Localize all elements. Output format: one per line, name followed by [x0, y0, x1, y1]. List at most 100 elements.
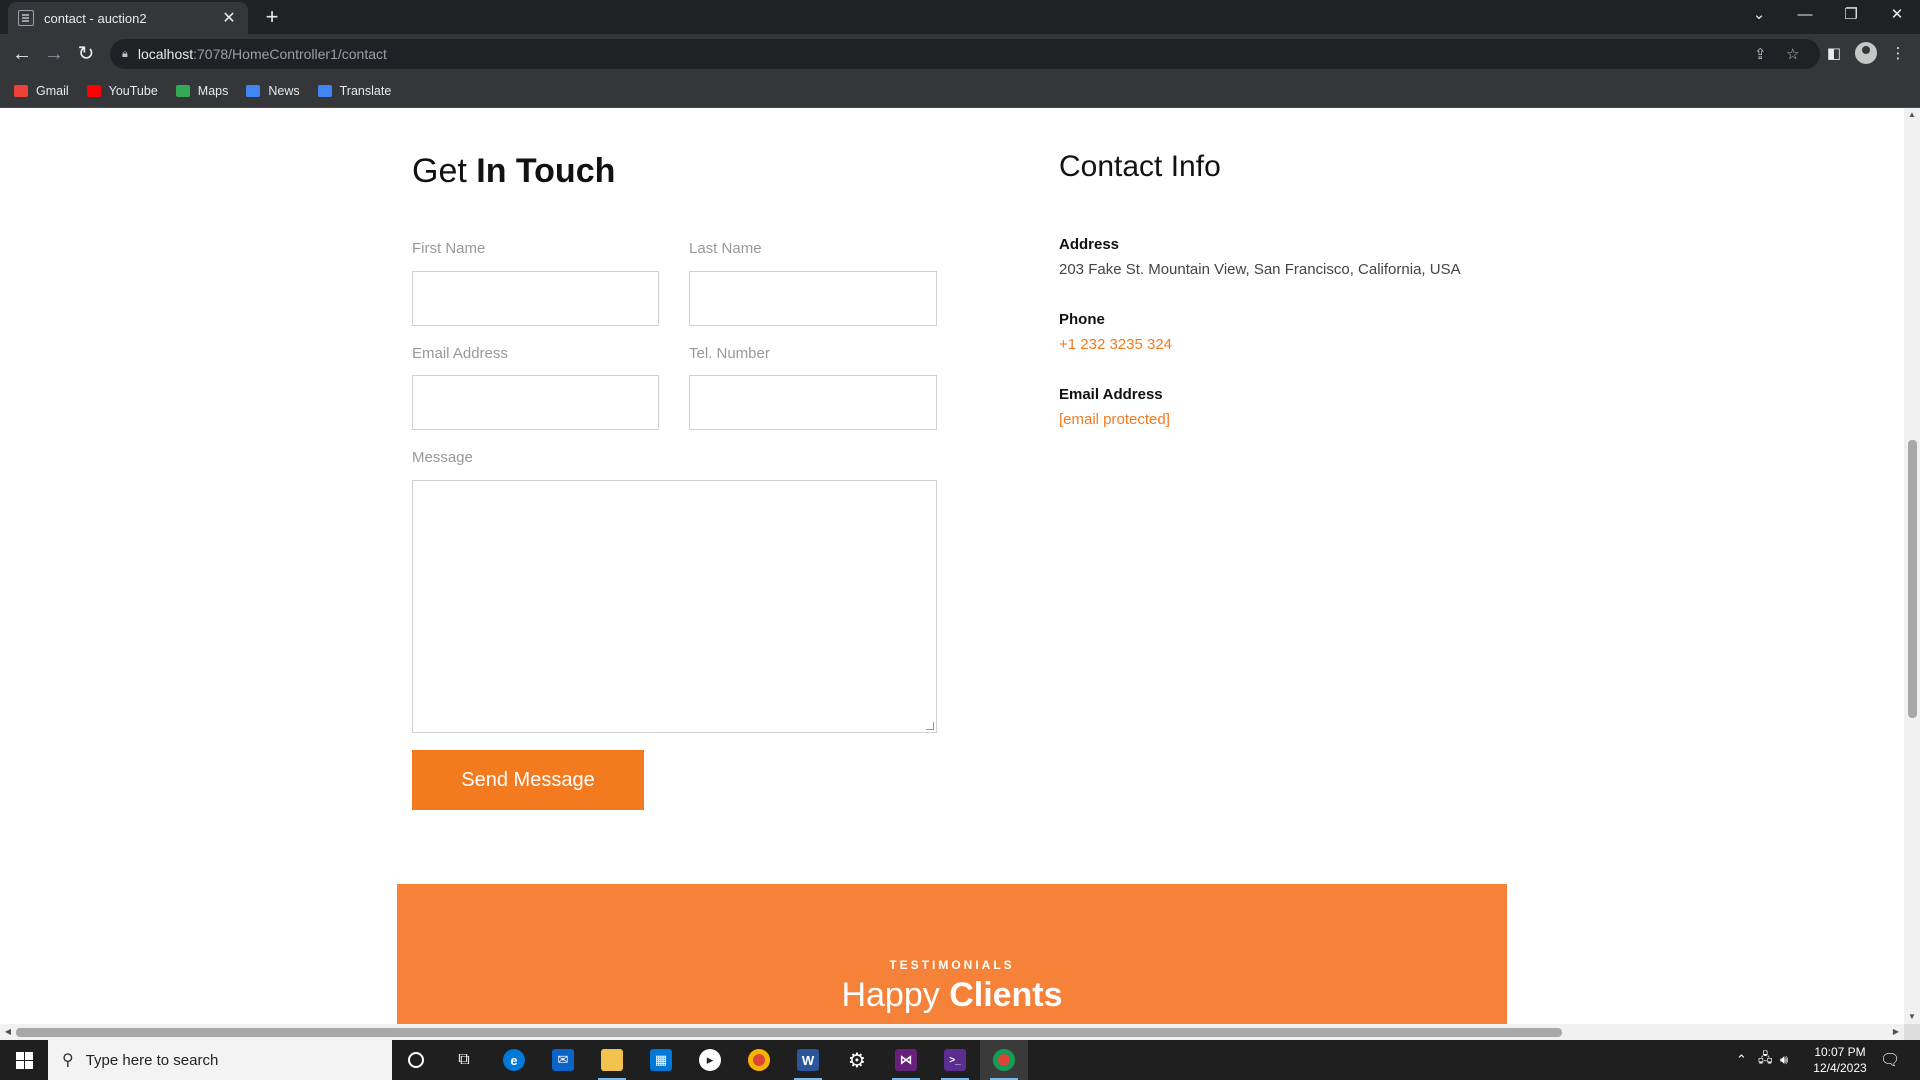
address-label: Address — [1059, 236, 1120, 253]
tray-chevron-icon[interactable]: ⌃ — [1736, 1040, 1747, 1080]
testimonials-section: TESTIMONIALS Happy Clients — [397, 884, 1507, 1024]
address-bar[interactable]: 🔒︎ localhost :7078/HomeController1/conta… — [110, 39, 1820, 69]
tab-strip: contact - auction2 ✕ + ⌄ — ❐ ✕ — [0, 0, 1920, 34]
search-placeholder: Type here to search — [85, 1051, 219, 1069]
email-field[interactable] — [412, 375, 659, 430]
email-address-label: Email Address — [1059, 386, 1163, 403]
gmail-icon — [14, 84, 28, 97]
network-icon[interactable]: 🖧︎ — [1758, 1040, 1773, 1080]
scroll-left-icon[interactable]: ◀ — [0, 1024, 16, 1040]
bookmarks-bar: Gmail YouTube Maps News Translate — [0, 74, 1920, 108]
lock-icon[interactable]: 🔒︎ — [122, 48, 128, 61]
search-icon: ⚲ — [62, 1052, 74, 1069]
bookmark-label: Maps — [197, 83, 229, 98]
page-viewport: Get In Touch First Name Last Name Email … — [0, 108, 1904, 1024]
settings-icon[interactable]: ⚙ — [833, 1040, 881, 1080]
heading-bold: Clients — [949, 976, 1063, 1014]
forward-icon[interactable]: → — [40, 40, 68, 68]
store-icon[interactable]: ▦ — [637, 1040, 685, 1080]
tel-label: Tel. Number — [689, 345, 770, 362]
reload-icon[interactable]: ↻ — [72, 40, 100, 68]
task-view-icon[interactable]: ⧉ — [440, 1040, 488, 1080]
bookmark-youtube[interactable]: YouTube — [86, 83, 158, 98]
tab-title: contact - auction2 — [44, 10, 147, 26]
terminal-icon[interactable]: >_ — [931, 1040, 979, 1080]
translate-icon — [317, 84, 332, 97]
bookmark-star-icon[interactable]: ☆ — [1786, 45, 1799, 63]
scroll-right-icon[interactable]: ▶ — [1888, 1024, 1904, 1040]
url-host: localhost — [137, 46, 194, 62]
notifications-icon[interactable]: 🗨︎ — [1880, 1040, 1900, 1080]
bookmark-news[interactable]: News — [246, 83, 300, 98]
vertical-scrollbar[interactable]: ▲ ▼ — [1904, 108, 1920, 1024]
resize-grip-icon[interactable] — [926, 722, 934, 730]
youtube-icon — [86, 84, 101, 97]
menu-icon[interactable]: ⋮ — [1886, 42, 1910, 66]
scroll-down-icon[interactable]: ▼ — [1904, 1012, 1920, 1021]
send-message-button[interactable]: Send Message — [412, 750, 644, 810]
new-tab-button[interactable]: + — [258, 4, 286, 32]
back-icon[interactable]: ← — [8, 40, 36, 68]
heading-light: Get — [412, 152, 477, 190]
chrome-active-icon[interactable] — [980, 1040, 1028, 1080]
testimonials-kicker: TESTIMONIALS — [889, 958, 1015, 972]
message-textarea[interactable] — [412, 480, 937, 733]
news-icon — [246, 84, 261, 97]
profile-avatar[interactable] — [1855, 42, 1877, 64]
chrome-icon[interactable] — [735, 1040, 783, 1080]
bookmark-label: Translate — [339, 83, 392, 98]
restore-button[interactable]: ❐ — [1828, 0, 1874, 30]
url-path: :7078/HomeController1/contact — [193, 46, 387, 62]
bookmark-label: News — [268, 83, 300, 98]
windows-taskbar: ⚲ Type here to search ⧉ e ✉ ▦ ▸ W ⚙ ⋈ >_… — [0, 1040, 1920, 1080]
bookmark-label: YouTube — [108, 83, 158, 98]
cortana-icon[interactable] — [392, 1040, 440, 1080]
browser-tab[interactable]: contact - auction2 ✕ — [8, 2, 248, 34]
visual-studio-icon[interactable]: ⋈ — [882, 1040, 930, 1080]
word-icon[interactable]: W — [784, 1040, 832, 1080]
email-link[interactable]: [email protected] — [1059, 411, 1170, 428]
page-icon — [18, 10, 34, 26]
taskbar-search[interactable]: ⚲ Type here to search — [48, 1040, 392, 1080]
scroll-up-icon[interactable]: ▲ — [1904, 110, 1920, 119]
vertical-scroll-thumb[interactable] — [1908, 440, 1917, 718]
tel-field[interactable] — [689, 375, 937, 430]
bookmark-label: Gmail — [36, 83, 69, 98]
close-window-button[interactable]: ✕ — [1874, 0, 1920, 30]
get-in-touch-heading: Get In Touch — [412, 152, 615, 191]
heading-light: Happy — [841, 976, 950, 1014]
start-button[interactable] — [0, 1040, 48, 1080]
maps-icon — [175, 84, 190, 97]
contact-info-title: Contact Info — [1059, 150, 1221, 183]
clock-date: 12/4/2023 — [1813, 1061, 1867, 1075]
message-label: Message — [412, 449, 473, 466]
phone-label: Phone — [1059, 311, 1105, 328]
bookmark-maps[interactable]: Maps — [175, 83, 229, 98]
edge-icon[interactable]: e — [490, 1040, 538, 1080]
tab-close-icon[interactable]: ✕ — [220, 8, 238, 28]
heading-bold: In Touch — [476, 152, 616, 190]
last-name-label: Last Name — [689, 240, 762, 257]
bookmark-gmail[interactable]: Gmail — [14, 84, 69, 98]
scrollbar-corner — [1904, 1024, 1920, 1040]
tab-search-icon[interactable]: ⌄ — [1736, 0, 1782, 30]
address-value: 203 Fake St. Mountain View, San Francisc… — [1059, 261, 1461, 278]
side-panel-icon[interactable]: ◧ — [1822, 42, 1846, 66]
email-label: Email Address — [412, 345, 508, 362]
file-explorer-icon[interactable] — [588, 1040, 636, 1080]
bookmark-translate[interactable]: Translate — [317, 83, 392, 98]
first-name-field[interactable] — [412, 271, 659, 326]
minimize-button[interactable]: — — [1782, 0, 1828, 30]
media-player-icon[interactable]: ▸ — [686, 1040, 734, 1080]
last-name-field[interactable] — [689, 271, 937, 326]
volume-icon[interactable]: 🔊︎ — [1780, 1040, 1788, 1080]
mail-icon[interactable]: ✉ — [539, 1040, 587, 1080]
windows-logo-icon — [15, 1051, 33, 1069]
testimonials-heading: Happy Clients — [397, 976, 1507, 1015]
horizontal-scrollbar[interactable]: ◀ ▶ — [0, 1024, 1904, 1040]
system-clock[interactable]: 10:07 PM 12/4/2023 — [1800, 1044, 1880, 1076]
share-icon[interactable]: ⇪ — [1754, 45, 1767, 63]
first-name-label: First Name — [412, 240, 486, 257]
horizontal-scroll-thumb[interactable] — [16, 1028, 1562, 1037]
phone-link[interactable]: +1 232 3235 324 — [1059, 336, 1172, 353]
